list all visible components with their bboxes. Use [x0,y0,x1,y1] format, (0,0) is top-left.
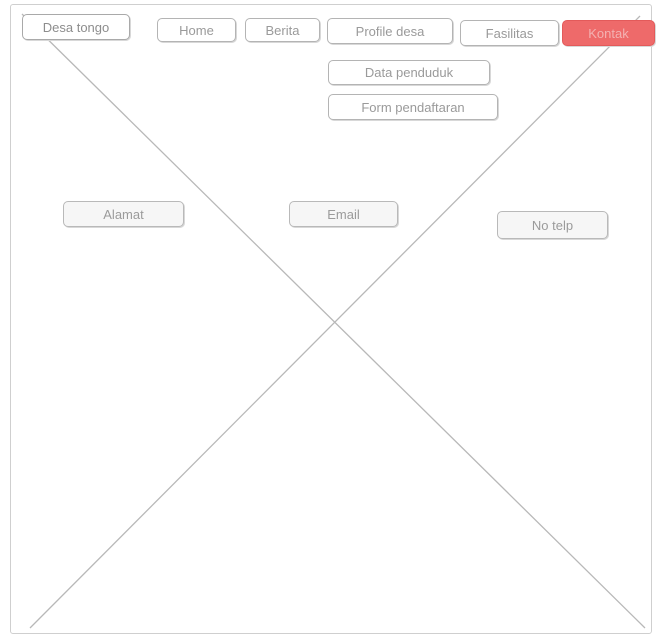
nav-kontak-button[interactable]: Kontak [562,20,655,46]
dropdown-form-pendaftaran-item[interactable]: Form pendaftaran [328,94,498,120]
nav-home-button[interactable]: Home [157,18,236,42]
email-field[interactable]: Email [289,201,398,227]
nav-berita-button[interactable]: Berita [245,18,320,42]
brand-logo-button[interactable]: Desa tongo [22,14,130,40]
dropdown-data-penduduk-item[interactable]: Data penduduk [328,60,490,85]
no-telp-field[interactable]: No telp [497,211,608,239]
alamat-field[interactable]: Alamat [63,201,184,227]
nav-profile-desa-button[interactable]: Profile desa [327,18,453,44]
nav-fasilitas-button[interactable]: Fasilitas [460,20,559,46]
